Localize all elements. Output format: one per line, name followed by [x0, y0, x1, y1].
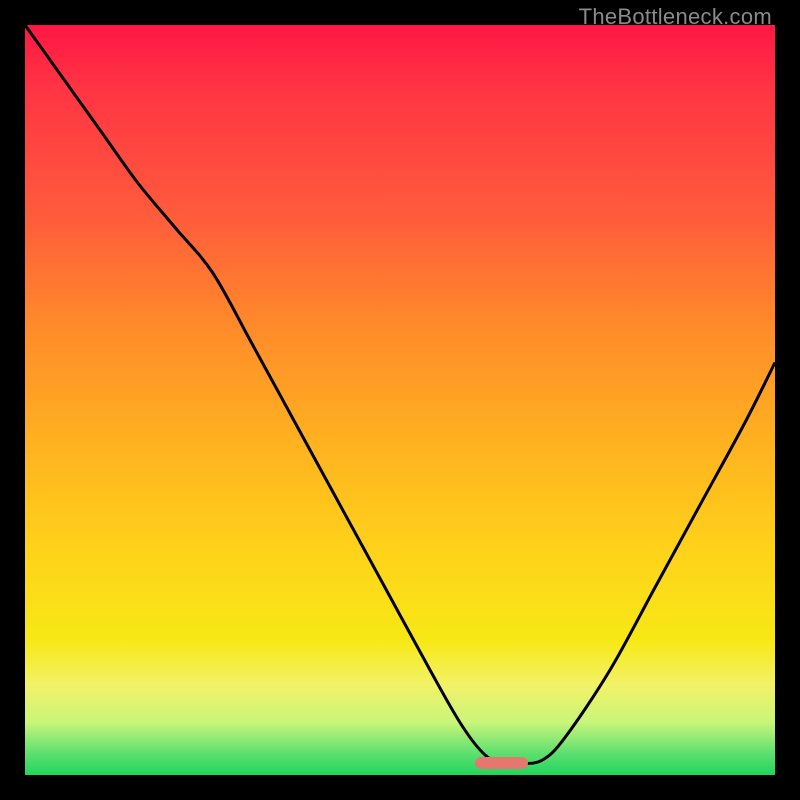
- plot-area: [25, 25, 775, 775]
- curve-path: [25, 25, 775, 765]
- chart-frame: TheBottleneck.com: [0, 0, 800, 800]
- optimal-marker: [475, 757, 528, 769]
- bottleneck-curve: [25, 25, 775, 775]
